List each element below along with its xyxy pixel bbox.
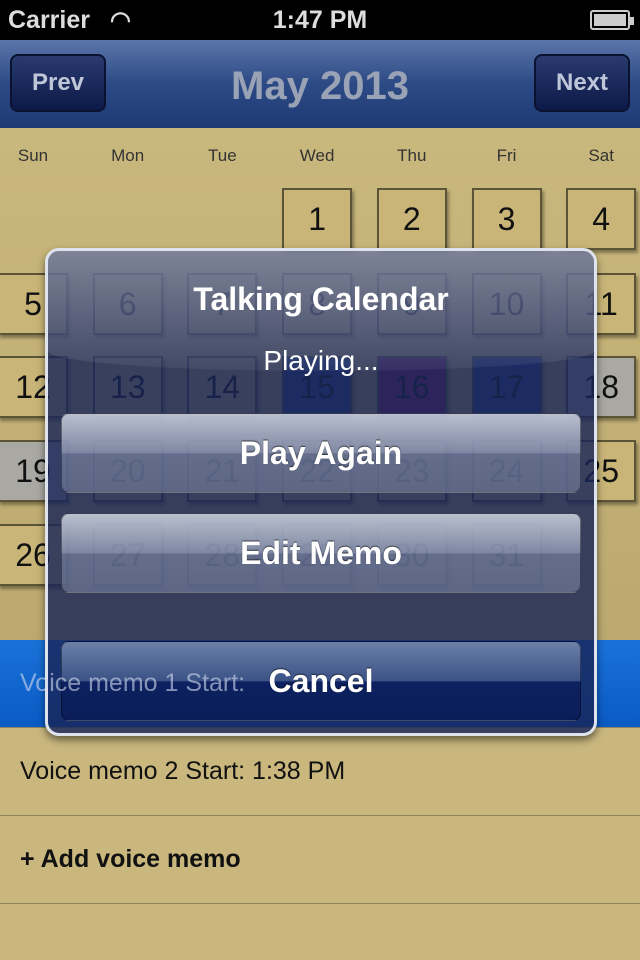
memo-label: Voice memo 2 Start: 1:38 PM — [20, 757, 346, 785]
battery-icon — [590, 10, 634, 30]
alert-message: Playing... — [263, 345, 379, 376]
alert-dialog: Talking Calendar Playing... Play Again E… — [45, 248, 597, 736]
next-button[interactable]: Next — [534, 54, 630, 112]
weekday-label: Mon — [111, 146, 145, 165]
status-bar: Carrier ◠ 1:47 PM — [0, 0, 640, 40]
clock: 1:47 PM — [272, 6, 368, 34]
weekday-label: Tue — [208, 146, 237, 165]
weekday-label: Sun — [17, 146, 49, 165]
day-cell[interactable]: 2 — [376, 188, 447, 250]
memo-row[interactable]: Voice memo 2 Start: 1:38 PM — [0, 728, 640, 816]
weekday-label: Thu — [397, 146, 427, 165]
add-memo-button[interactable]: + Add voice memo — [0, 816, 640, 904]
weekday-label: Fri — [496, 146, 517, 165]
day-cell[interactable]: 1 — [282, 188, 353, 250]
nav-bar: Prev May 2013 Next — [0, 40, 640, 128]
memo-label: Voice memo 1 Start: — [20, 669, 246, 697]
weekday-label: Sat — [588, 146, 614, 165]
day-cell[interactable]: 3 — [471, 188, 542, 250]
day-cell[interactable]: 4 — [566, 188, 637, 250]
weekday-label: Wed — [299, 146, 335, 165]
alert-title: Talking Calendar — [193, 281, 449, 317]
edit-memo-button[interactable]: Edit Memo — [61, 513, 581, 593]
play-again-button[interactable]: Play Again — [61, 413, 581, 493]
